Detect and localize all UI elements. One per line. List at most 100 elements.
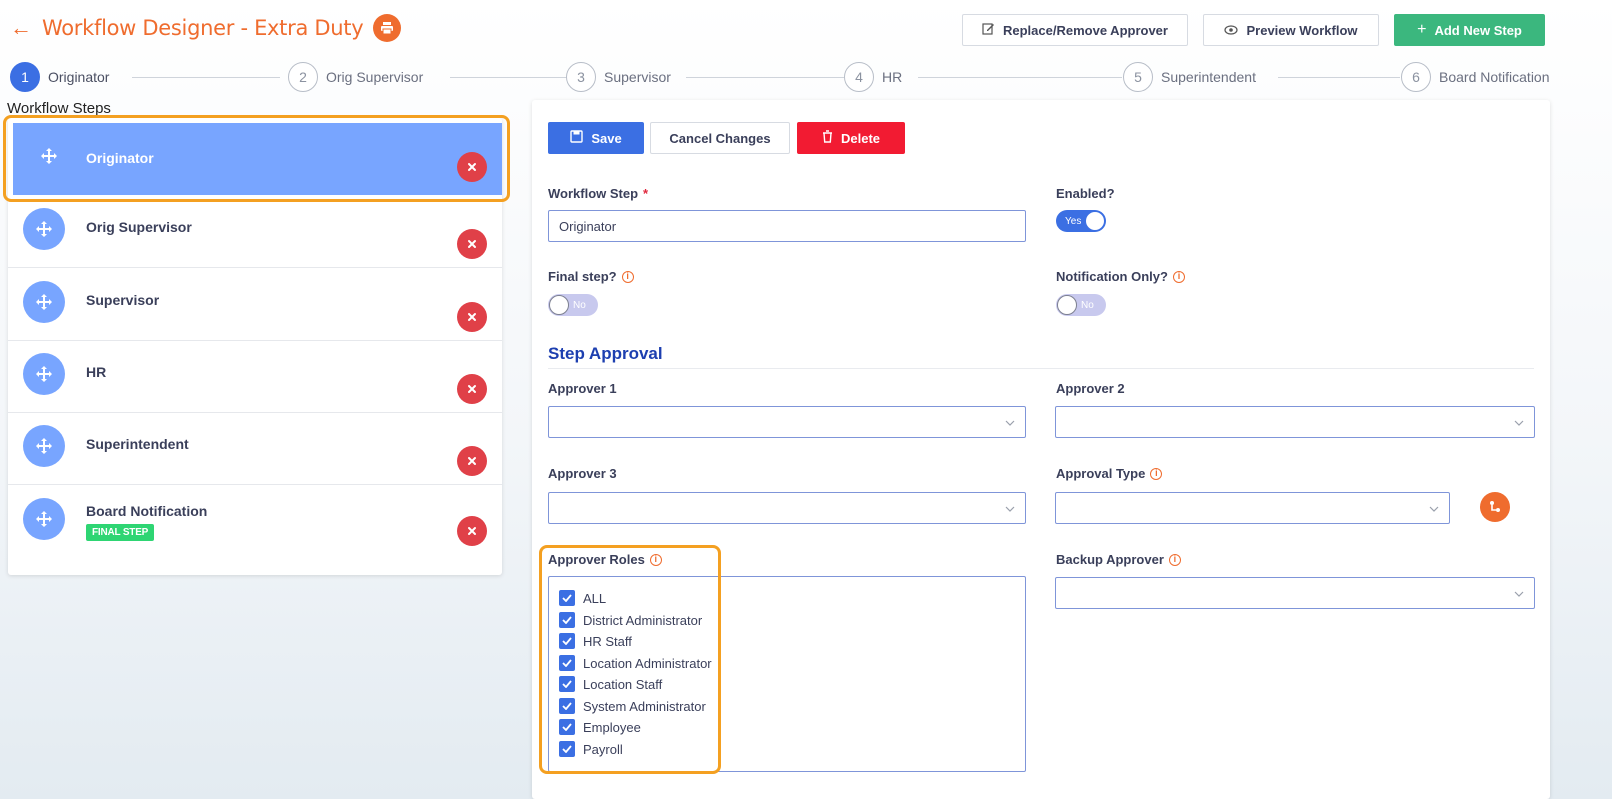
step-number: 6 bbox=[1401, 62, 1431, 92]
stepper-connector bbox=[1278, 77, 1400, 78]
replace-approver-label: Replace/Remove Approver bbox=[1003, 22, 1168, 38]
approval-type-label-text: Approval Type bbox=[1056, 466, 1146, 481]
role-checkbox-item[interactable]: ALL bbox=[559, 590, 606, 606]
role-label: Location Administrator bbox=[583, 655, 712, 671]
preview-workflow-label: Preview Workflow bbox=[1246, 22, 1358, 38]
remove-step-icon[interactable] bbox=[457, 446, 487, 476]
stepper-connector bbox=[918, 77, 1122, 78]
approver-1-select[interactable] bbox=[548, 406, 1026, 438]
remove-step-icon[interactable] bbox=[457, 374, 487, 404]
checkbox-checked-icon[interactable] bbox=[559, 676, 575, 692]
info-icon[interactable]: i bbox=[621, 270, 634, 283]
remove-step-icon[interactable] bbox=[457, 516, 487, 546]
move-icon[interactable] bbox=[23, 208, 65, 250]
save-button[interactable]: Save bbox=[548, 122, 644, 154]
add-new-step-label: Add New Step bbox=[1434, 22, 1522, 38]
workflow-steps-title: Workflow Steps bbox=[7, 100, 111, 117]
checkbox-checked-icon[interactable] bbox=[559, 655, 575, 671]
workflow-step-field-label: Workflow Step * bbox=[548, 186, 648, 201]
stepper-step-board-notification[interactable]: 6 Board Notification bbox=[1401, 62, 1556, 92]
approver-3-label-text: Approver 3 bbox=[548, 466, 617, 481]
info-icon[interactable]: i bbox=[1168, 553, 1181, 566]
cancel-label: Cancel Changes bbox=[669, 130, 771, 146]
toggle-knob bbox=[1057, 295, 1077, 315]
toggle-knob bbox=[1085, 211, 1105, 231]
replace-approver-button[interactable]: Replace/Remove Approver bbox=[962, 14, 1188, 46]
role-checkbox-item[interactable]: District Administrator bbox=[559, 612, 702, 628]
backup-approver-select[interactable] bbox=[1055, 577, 1535, 609]
save-icon bbox=[570, 130, 584, 146]
move-icon[interactable] bbox=[23, 353, 65, 395]
workflow-step-item[interactable]: Originator bbox=[13, 123, 502, 195]
info-icon[interactable]: i bbox=[649, 553, 662, 566]
workflow-step-label: Board Notification bbox=[86, 503, 208, 519]
required-mark: * bbox=[643, 186, 649, 201]
stepper-step-orig-supervisor[interactable]: 2 Orig Supervisor bbox=[288, 62, 429, 92]
print-icon[interactable] bbox=[373, 14, 402, 42]
workflow-step-item[interactable]: Supervisor bbox=[8, 269, 502, 341]
checkbox-checked-icon[interactable] bbox=[559, 698, 575, 714]
approver-2-label-text: Approver 2 bbox=[1056, 381, 1125, 396]
step-number: 1 bbox=[10, 62, 40, 92]
workflow-step-input[interactable] bbox=[548, 210, 1026, 242]
approval-type-select[interactable] bbox=[1055, 492, 1450, 524]
step-label: Orig Supervisor bbox=[326, 69, 424, 85]
eye-icon bbox=[1224, 23, 1239, 38]
cancel-changes-button[interactable]: Cancel Changes bbox=[650, 122, 790, 154]
step-number: 3 bbox=[566, 62, 596, 92]
checkbox-checked-icon[interactable] bbox=[559, 612, 575, 628]
enabled-toggle[interactable]: Yes bbox=[1056, 210, 1106, 232]
section-divider bbox=[548, 368, 1534, 369]
arrow-left-icon[interactable]: ← bbox=[10, 17, 32, 39]
save-label: Save bbox=[591, 130, 622, 146]
checkbox-checked-icon[interactable] bbox=[559, 741, 575, 757]
workflow-step-label: Supervisor bbox=[86, 292, 160, 308]
role-checkbox-item[interactable]: System Administrator bbox=[559, 698, 706, 714]
checkbox-checked-icon[interactable] bbox=[559, 633, 575, 649]
stepper-step-supervisor[interactable]: 3 Supervisor bbox=[566, 62, 677, 92]
step-number: 4 bbox=[844, 62, 874, 92]
role-checkbox-item[interactable]: Location Staff bbox=[559, 676, 662, 692]
workflow-step-item[interactable]: Superintendent bbox=[8, 413, 502, 485]
approval-flow-icon[interactable] bbox=[1480, 492, 1510, 522]
remove-step-icon[interactable] bbox=[457, 302, 487, 332]
info-icon[interactable]: i bbox=[1172, 270, 1185, 283]
checkbox-checked-icon[interactable] bbox=[559, 590, 575, 606]
role-checkbox-item[interactable]: Location Administrator bbox=[559, 655, 712, 671]
add-new-step-button[interactable]: + Add New Step bbox=[1394, 14, 1545, 46]
move-icon[interactable] bbox=[23, 425, 65, 467]
approver-roles-list: ALL District Administrator HR Staff Loca… bbox=[548, 576, 1026, 772]
checkbox-checked-icon[interactable] bbox=[559, 719, 575, 735]
role-checkbox-item[interactable]: Payroll bbox=[559, 741, 623, 757]
plus-icon: + bbox=[1417, 21, 1427, 38]
move-icon[interactable] bbox=[23, 498, 65, 540]
stepper-step-originator[interactable]: 1 Originator bbox=[10, 62, 115, 92]
workflow-step-item[interactable]: HR bbox=[8, 341, 502, 413]
approver-3-select[interactable] bbox=[548, 492, 1026, 524]
move-icon[interactable] bbox=[28, 135, 70, 177]
approver-2-select[interactable] bbox=[1055, 406, 1535, 438]
notification-only-toggle[interactable]: No bbox=[1056, 294, 1106, 316]
enabled-label: Enabled? bbox=[1056, 186, 1115, 201]
stepper-step-superintendent[interactable]: 5 Superintendent bbox=[1123, 62, 1262, 92]
preview-workflow-button[interactable]: Preview Workflow bbox=[1203, 14, 1379, 46]
edit-icon bbox=[982, 22, 995, 38]
final-step-badge: FINAL STEP bbox=[86, 524, 155, 541]
stepper-step-hr[interactable]: 4 HR bbox=[844, 62, 908, 92]
role-checkbox-item[interactable]: Employee bbox=[559, 719, 641, 735]
final-step-toggle[interactable]: No bbox=[548, 294, 598, 316]
move-icon[interactable] bbox=[23, 281, 65, 323]
notification-only-label-text: Notification Only? bbox=[1056, 269, 1168, 284]
workflow-step-item[interactable]: Board Notification FINAL STEP bbox=[8, 486, 502, 558]
final-step-label-text: Final step? bbox=[548, 269, 617, 284]
info-icon[interactable]: i bbox=[1150, 467, 1163, 480]
workflow-step-label: Superintendent bbox=[86, 436, 189, 452]
role-checkbox-item[interactable]: HR Staff bbox=[559, 633, 632, 649]
delete-button[interactable]: Delete bbox=[797, 122, 905, 154]
title-wrap: ← Workflow Designer - Extra Duty bbox=[10, 14, 402, 42]
workflow-step-item[interactable]: Orig Supervisor bbox=[8, 196, 502, 268]
remove-step-icon[interactable] bbox=[457, 152, 487, 182]
remove-step-icon[interactable] bbox=[457, 229, 487, 259]
step-label: Board Notification bbox=[1439, 69, 1550, 85]
chevron-down-icon bbox=[1514, 586, 1524, 604]
